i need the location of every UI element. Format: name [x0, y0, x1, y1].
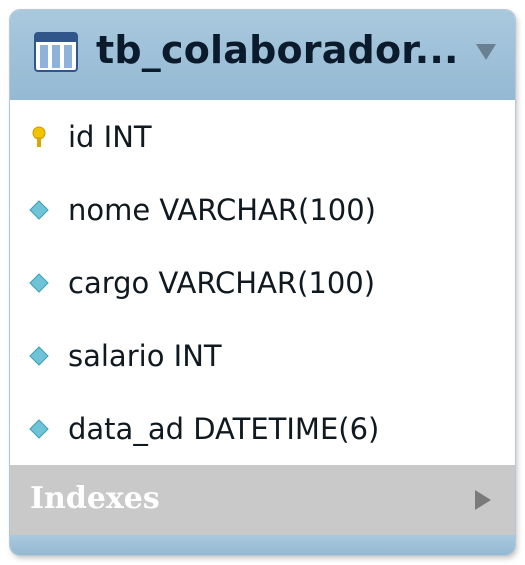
table-footer	[10, 535, 515, 555]
expand-arrow-icon[interactable]	[473, 488, 493, 512]
column-diamond-icon	[29, 345, 49, 366]
table-header[interactable]: tb_colaborador...	[10, 10, 515, 100]
column-row[interactable]: data_ad DATETIME(6)	[10, 392, 515, 465]
column-row[interactable]: cargo VARCHAR(100)	[10, 246, 515, 319]
column-row[interactable]: id INT	[10, 100, 515, 173]
indexes-section[interactable]: Indexes	[10, 465, 515, 535]
column-row[interactable]: nome VARCHAR(100)	[10, 173, 515, 246]
table-entity[interactable]: tb_colaborador... id INT nome VARCHAR(10…	[10, 10, 515, 555]
column-diamond-icon	[29, 418, 49, 439]
primary-key-icon	[32, 126, 46, 147]
table-icon	[34, 32, 78, 72]
column-row[interactable]: salario INT	[10, 319, 515, 392]
column-label: cargo VARCHAR(100)	[68, 265, 376, 300]
column-diamond-icon	[29, 199, 49, 220]
column-label: data_ad DATETIME(6)	[68, 411, 380, 446]
column-diamond-icon	[29, 272, 49, 293]
column-label: nome VARCHAR(100)	[68, 192, 376, 227]
column-list: id INT nome VARCHAR(100) cargo VARCHAR(1…	[10, 100, 515, 465]
column-label: id INT	[68, 119, 152, 154]
table-title: tb_colaborador...	[96, 28, 459, 72]
indexes-label: Indexes	[30, 481, 160, 516]
collapse-arrow-icon[interactable]	[475, 42, 497, 62]
column-label: salario INT	[68, 338, 222, 373]
